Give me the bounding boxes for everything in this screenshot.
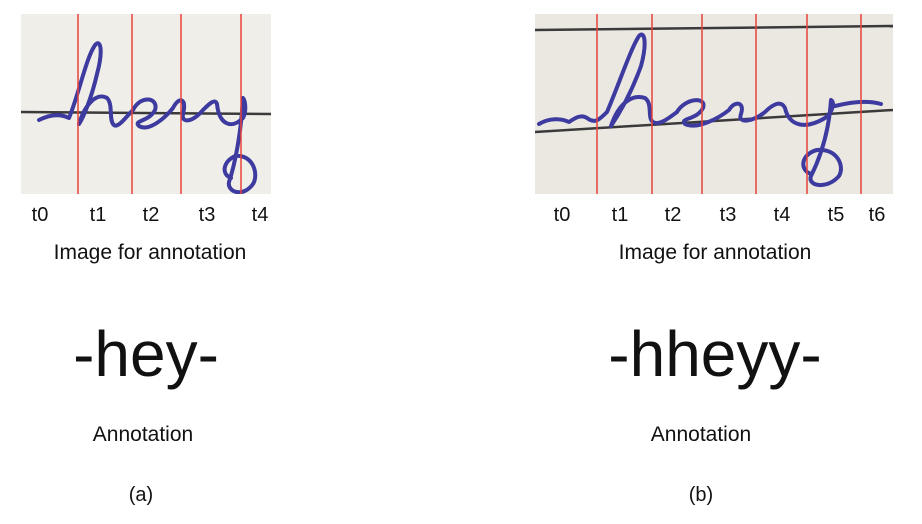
tick-label: t3 [198,204,216,226]
tick-label: t1 [89,204,107,226]
image-caption: Image for annotation [618,241,812,264]
panel-b: t0 t1 t2 t3 t4 t5 t6 Image for annotatio… [520,0,920,524]
tick-label: t2 [664,204,682,226]
tick-label: t0 [553,204,571,226]
image-caption: Image for annotation [53,241,247,264]
subfigure-label: (b) [688,484,714,506]
tick-label: t4 [251,204,269,226]
annotation-string: -hey- [73,318,219,390]
annotation-label: Annotation [92,423,194,446]
tick-label: t3 [719,204,737,226]
panel-a: t0 t1 t2 t3 t4 Image for annotation -hey… [0,0,300,524]
tick-label: t6 [868,204,886,226]
tick-label: t0 [31,204,49,226]
subfigure-label: (a) [128,484,154,506]
tick-label: t1 [611,204,629,226]
tick-label: t4 [773,204,791,226]
tick-label: t2 [142,204,160,226]
annotation-string: -hheyy- [608,318,822,390]
handwriting-image-a [21,14,271,194]
handwriting-image-b [535,14,893,194]
handwriting-svg-a [21,14,271,194]
handwriting-svg-b [535,14,893,194]
tick-label: t5 [827,204,845,226]
annotation-label: Annotation [650,423,752,446]
